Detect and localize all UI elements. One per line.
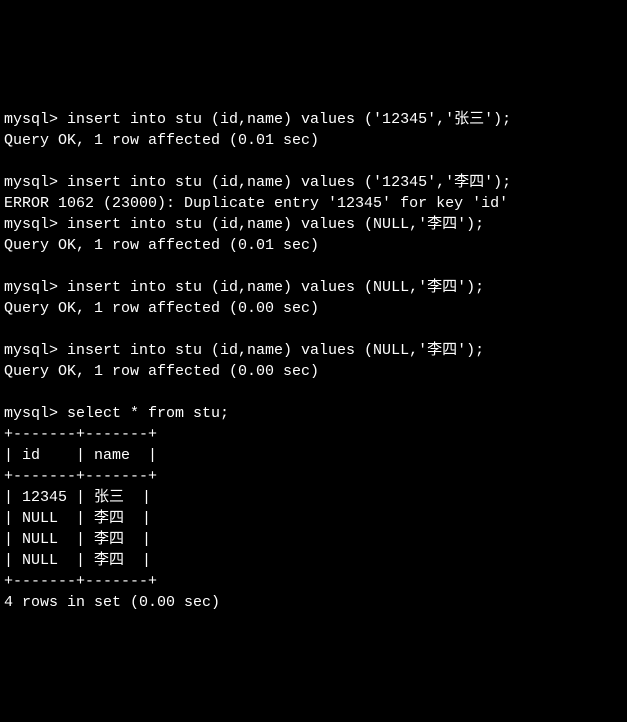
query-ok-line: Query OK, 1 row affected (0.01 sec) xyxy=(4,132,319,149)
query-ok-line: Query OK, 1 row affected (0.00 sec) xyxy=(4,300,319,317)
error-line: ERROR 1062 (23000): Duplicate entry '123… xyxy=(4,195,508,212)
table-border-line: +-------+-------+ xyxy=(4,573,157,590)
sql-select-line: mysql> select * from stu; xyxy=(4,405,229,422)
sql-command-line: mysql> insert into stu (id,name) values … xyxy=(4,342,484,359)
sql-command-line: mysql> insert into stu (id,name) values … xyxy=(4,174,511,191)
query-ok-line: Query OK, 1 row affected (0.00 sec) xyxy=(4,363,319,380)
table-border-line: +-------+-------+ xyxy=(4,426,157,443)
table-border-line: +-------+-------+ xyxy=(4,468,157,485)
table-row: | 12345 | 张三 | xyxy=(4,489,151,506)
table-row: | NULL | 李四 | xyxy=(4,510,151,527)
sql-command-line: mysql> insert into stu (id,name) values … xyxy=(4,216,484,233)
table-row: | NULL | 李四 | xyxy=(4,552,151,569)
terminal-output: mysql> insert into stu (id,name) values … xyxy=(4,88,623,613)
sql-command-line: mysql> insert into stu (id,name) values … xyxy=(4,111,511,128)
table-row: | NULL | 李四 | xyxy=(4,531,151,548)
row-count-line: 4 rows in set (0.00 sec) xyxy=(4,594,220,611)
query-ok-line: Query OK, 1 row affected (0.01 sec) xyxy=(4,237,319,254)
sql-command-line: mysql> insert into stu (id,name) values … xyxy=(4,279,484,296)
table-header-line: | id | name | xyxy=(4,447,157,464)
